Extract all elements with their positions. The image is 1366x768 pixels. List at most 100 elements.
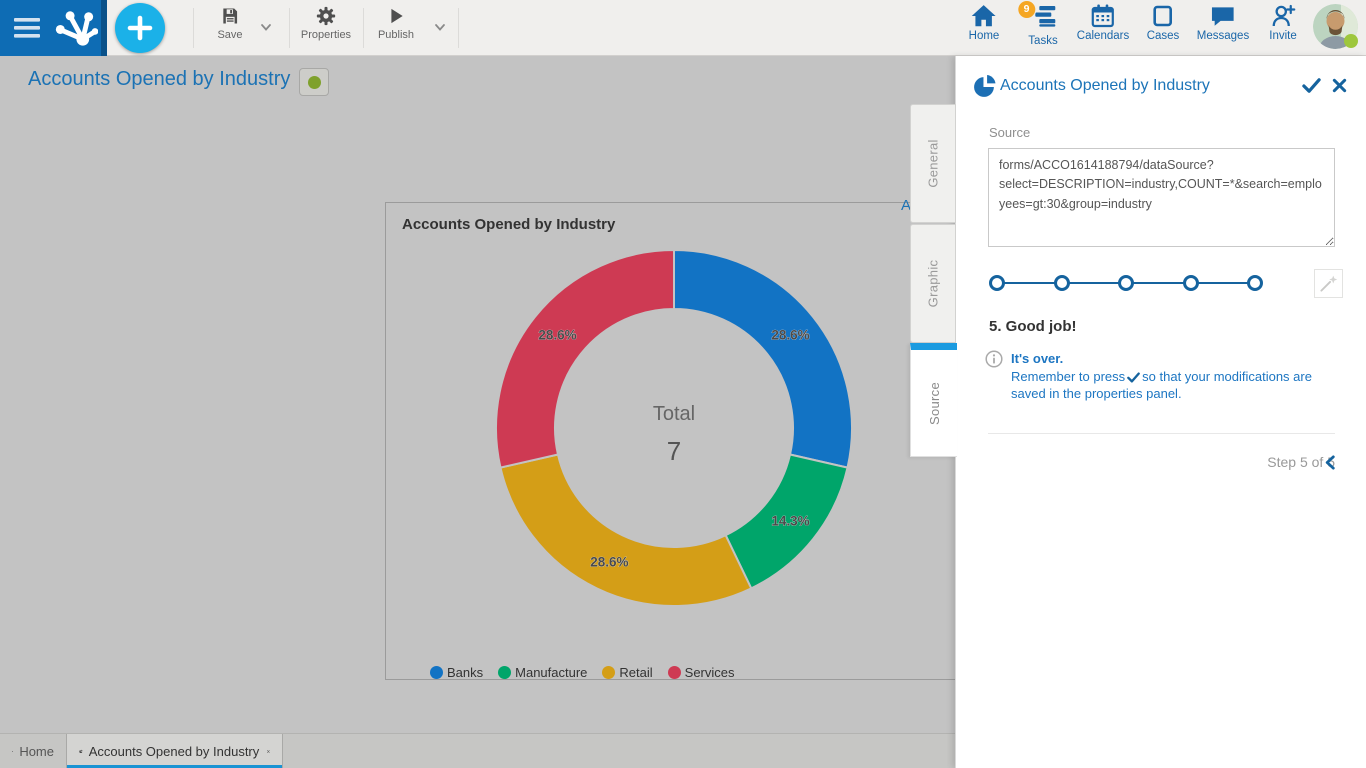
nav-tasks[interactable]: 9 Tasks — [1028, 4, 1057, 47]
legend-item-manufacture[interactable]: Manufacture — [498, 665, 587, 680]
bottom-tab-accounts[interactable]: Accounts Opened by Industry — [67, 734, 283, 768]
invite-person-plus-icon — [1270, 4, 1296, 28]
add-new-button[interactable] — [115, 3, 165, 53]
panel-title: Accounts Opened by Industry — [1000, 77, 1210, 95]
gear-icon — [316, 6, 336, 26]
publish-chevron-down-icon[interactable] — [433, 20, 447, 34]
donut-center-value: 7 — [667, 436, 681, 466]
tab-graphic-label: Graphic — [926, 260, 941, 308]
source-field-label: Source — [989, 125, 1030, 140]
donut-slice-services[interactable] — [496, 250, 674, 468]
chart-legend: Banks Manufacture Retail Services — [430, 665, 735, 680]
slice-percent-label: 28.6% — [538, 328, 576, 343]
status-green-dot — [308, 76, 321, 89]
close-tab-icon[interactable] — [267, 746, 270, 757]
panel-side-tabs: General Graphic Source — [910, 104, 956, 457]
legend-dot — [668, 666, 681, 679]
nav-messages[interactable]: Messages — [1197, 4, 1249, 42]
inline-check-icon — [1127, 372, 1140, 383]
info-title: It's over. — [1011, 350, 1333, 367]
top-toolbar: Save Properties Pu — [0, 0, 1366, 56]
donut-slice-banks[interactable] — [674, 250, 852, 468]
stepper-dot-5[interactable] — [1247, 275, 1263, 291]
nav-calendars[interactable]: Calendars — [1077, 4, 1129, 42]
slice-percent-label: 28.6% — [590, 555, 628, 570]
home-icon — [12, 745, 13, 758]
save-label: Save — [217, 29, 242, 41]
nav-home-label: Home — [969, 30, 1000, 42]
legend-item-banks[interactable]: Banks — [430, 665, 483, 680]
bottom-tab-bar: Home Accounts Opened by Industry — [0, 733, 955, 768]
presence-status-dot — [1344, 34, 1358, 48]
properties-label: Properties — [301, 29, 351, 41]
properties-button[interactable]: Properties — [297, 6, 355, 41]
legend-dot — [430, 666, 443, 679]
stepper-dot-2[interactable] — [1054, 275, 1070, 291]
tasks-badge: 9 — [1018, 1, 1035, 18]
cases-icon — [1150, 4, 1176, 28]
stepper-dot-1[interactable] — [989, 275, 1005, 291]
tab-graphic[interactable]: Graphic — [910, 224, 956, 343]
nav-invite[interactable]: Invite — [1269, 4, 1297, 42]
close-panel-icon[interactable] — [1332, 78, 1347, 93]
legend-label: Retail — [619, 665, 652, 680]
brand-block — [0, 0, 107, 56]
donut-center-label: Total — [653, 403, 695, 425]
toolbar-divider — [458, 8, 459, 48]
magic-wand-icon — [1319, 274, 1338, 293]
source-textarea[interactable]: forms/ACCO1614188794/dataSource?select=D… — [988, 148, 1335, 247]
nav-calendars-label: Calendars — [1077, 30, 1129, 42]
slice-percent-label: 28.6% — [771, 328, 809, 343]
calendar-icon — [1090, 4, 1116, 28]
donut-slice-retail[interactable] — [500, 454, 751, 606]
bottom-tab-accounts-label: Accounts Opened by Industry — [89, 744, 260, 759]
tab-source-label: Source — [927, 382, 942, 425]
step-indicator: Step 5 of 5 — [956, 454, 1335, 470]
panel-header: Accounts Opened by Industry — [956, 56, 1366, 108]
previous-step-chevron-left-icon[interactable] — [1323, 455, 1337, 470]
nav-home[interactable]: Home — [969, 4, 1000, 42]
donut-chart[interactable]: 28.6%14.3%28.6%28.6%Total7 — [484, 238, 864, 618]
status-toggle-button[interactable] — [299, 68, 329, 96]
wizard-step-title: 5. Good job! — [989, 318, 1077, 335]
bottom-tab-home-label: Home — [19, 744, 54, 759]
legend-item-retail[interactable]: Retail — [602, 665, 652, 680]
legend-label: Manufacture — [515, 665, 587, 680]
play-icon — [386, 6, 406, 26]
stepper-dot-3[interactable] — [1118, 275, 1134, 291]
bottom-tab-home[interactable]: Home — [0, 734, 67, 768]
legend-label: Services — [685, 665, 735, 680]
info-icon — [985, 350, 1003, 368]
legend-dot — [602, 666, 615, 679]
save-chevron-down-icon[interactable] — [259, 20, 273, 34]
app-logo-icon[interactable] — [50, 7, 98, 50]
publish-button[interactable]: Publish — [372, 6, 420, 41]
tab-general[interactable]: General — [910, 104, 956, 223]
pie-chart-icon — [79, 744, 83, 759]
nav-cases[interactable]: Cases — [1147, 4, 1180, 42]
panel-divider — [988, 433, 1335, 434]
legend-label: Banks — [447, 665, 483, 680]
pie-chart-icon — [972, 74, 997, 99]
nav-tasks-label: Tasks — [1028, 35, 1057, 47]
legend-item-services[interactable]: Services — [668, 665, 735, 680]
page-title: Accounts Opened by Industry — [28, 68, 290, 91]
tab-source[interactable]: Source — [910, 343, 957, 457]
chart-title: Accounts Opened by Industry — [402, 216, 615, 233]
toolbar-divider — [363, 8, 364, 48]
message-icon — [1210, 4, 1236, 28]
user-avatar[interactable] — [1313, 4, 1358, 49]
magic-wand-button[interactable] — [1314, 269, 1343, 298]
home-icon — [971, 4, 997, 28]
info-before-check: Remember to press — [1011, 369, 1125, 384]
hamburger-menu-icon[interactable] — [14, 18, 40, 38]
legend-dot — [498, 666, 511, 679]
toolbar-divider — [193, 8, 194, 48]
tab-general-label: General — [926, 139, 941, 187]
nav-invite-label: Invite — [1269, 30, 1297, 42]
save-icon — [220, 6, 240, 26]
confirm-check-icon[interactable] — [1302, 77, 1321, 94]
stepper-dot-4[interactable] — [1183, 275, 1199, 291]
save-button[interactable]: Save — [206, 6, 254, 41]
chart-widget: Accounts Opened by Industry 28.6%14.3%28… — [385, 202, 985, 680]
